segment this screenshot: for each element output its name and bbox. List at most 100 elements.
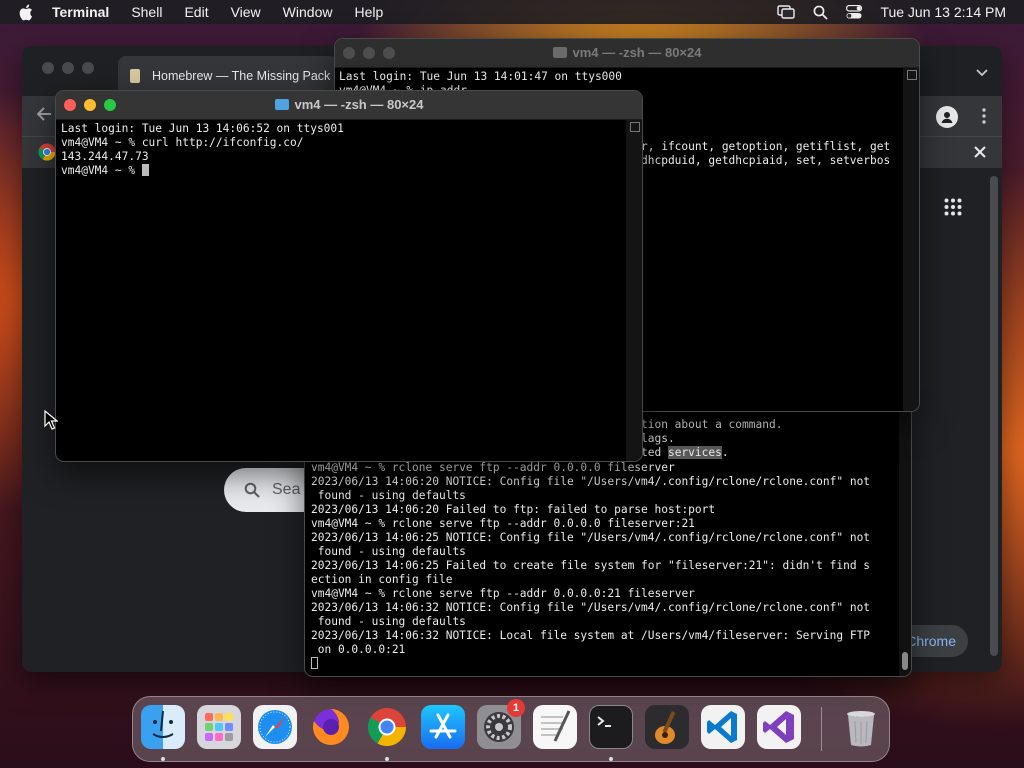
terminal-line: 2023/06/13 14:06:25 Failed to create fil… <box>311 559 871 572</box>
terminal-line: 2023/06/13 14:06:20 NOTICE: Config file … <box>311 475 871 488</box>
folder-icon <box>274 99 289 110</box>
terminal-line: 2023/06/13 14:06:25 NOTICE: Config file … <box>311 531 871 544</box>
firefox-dock-icon[interactable] <box>309 705 353 749</box>
terminal-cursor <box>311 657 318 669</box>
terminal-title: vm4 — -zsh — 80×24 <box>572 45 702 60</box>
menu-app-name[interactable]: Terminal <box>52 4 109 20</box>
terminal-line: ted services. <box>641 446 729 459</box>
homebrew-favicon-icon <box>130 69 140 83</box>
terminal-line: found - using defaults <box>311 615 466 628</box>
close-button[interactable] <box>64 99 76 111</box>
terminal-output: Last login: Tue Jun 13 14:06:52 on ttys0… <box>61 122 344 178</box>
menu-shell[interactable]: Shell <box>131 4 162 20</box>
terminal-scroll-thumb[interactable] <box>907 70 917 80</box>
terminal-line: 143.244.47.73 <box>61 150 149 163</box>
terminal-line: dhcpduid, getdhcpiaid, set, setverbos <box>641 154 891 167</box>
app-store-dock-icon[interactable] <box>421 705 465 749</box>
window-controls <box>64 99 116 111</box>
terminal-line: 2023/06/13 14:06:32 NOTICE: Config file … <box>311 601 871 614</box>
running-indicator <box>161 757 165 761</box>
menu-help[interactable]: Help <box>354 4 383 20</box>
chevron-down-icon[interactable] <box>976 64 988 82</box>
terminal-line: r, ifcount, getoption, getiflist, get <box>641 140 891 153</box>
terminal-line: vm4@VM4 ~ % rclone serve ftp --addr 0.0.… <box>311 587 695 600</box>
profile-avatar-icon[interactable] <box>936 106 958 128</box>
chrome-window-controls <box>42 62 94 74</box>
terminal-window-front: vm4 — -zsh — 80×24 Last login: Tue Jun 1… <box>55 90 643 462</box>
terminal-dock-icon[interactable] <box>589 705 633 749</box>
search-icon <box>244 482 260 498</box>
terminal-line: Last login: Tue Jun 13 14:06:52 on ttys0… <box>61 122 344 135</box>
terminal-scrollbar[interactable] <box>626 120 642 461</box>
menu-edit[interactable]: Edit <box>184 4 208 20</box>
folder-icon <box>552 47 567 58</box>
terminal-scroll-thumb[interactable] <box>902 652 908 670</box>
search-placeholder: Sea <box>272 481 301 498</box>
zoom-button[interactable] <box>104 99 116 111</box>
terminal-scroll-thumb[interactable] <box>630 122 640 132</box>
window-controls <box>343 47 395 59</box>
menu-bar: Terminal Shell Edit View Window Help Tue… <box>0 0 1024 24</box>
close-button[interactable] <box>343 47 355 59</box>
screen-mirroring-icon[interactable] <box>777 5 796 19</box>
terminal-line: Last login: Tue Jun 13 14:01:47 on ttys0… <box>339 70 622 83</box>
terminal-line: lags. <box>641 432 675 445</box>
back-arrow-icon[interactable] <box>36 106 52 127</box>
menu-view[interactable]: View <box>231 4 261 20</box>
terminal-title: vm4 — -zsh — 80×24 <box>294 97 424 112</box>
textedit-dock-icon[interactable] <box>533 705 577 749</box>
terminal-scrollbar[interactable] <box>903 68 919 411</box>
terminal-line: found - using defaults <box>311 545 466 558</box>
terminal-line: 2023/06/13 14:06:32 NOTICE: Local file s… <box>311 629 871 642</box>
visual-studio-dock-icon[interactable] <box>757 705 801 749</box>
terminal-line: vm4@VM4 ~ % rclone serve ftp --addr 0.0.… <box>311 461 675 474</box>
customize-chrome-label: Chrome <box>906 633 956 649</box>
chrome-logo-icon <box>38 143 56 166</box>
terminal-output: vm4@VM4 ~ % rclone serve ftp --addr 0.0.… <box>311 461 870 671</box>
zoom-button[interactable] <box>383 47 395 59</box>
google-apps-grid-icon[interactable] <box>944 198 962 221</box>
zoom-button[interactable] <box>82 62 94 74</box>
more-menu-icon[interactable] <box>982 108 986 129</box>
close-button[interactable] <box>42 62 54 74</box>
trash-dock-icon[interactable] <box>839 705 883 749</box>
minimize-button[interactable] <box>62 62 74 74</box>
dock: 1 <box>132 696 890 762</box>
system-settings-dock-icon[interactable]: 1 <box>477 699 525 749</box>
terminal-line: vm4@VM4 ~ % rclone serve ftp --addr 0.0.… <box>311 517 695 530</box>
terminal-title-bar[interactable]: vm4 — -zsh — 80×24 <box>56 91 642 120</box>
menubar-clock[interactable]: Tue Jun 13 2:14 PM <box>880 4 1006 20</box>
running-indicator <box>385 757 389 761</box>
dock-separator <box>821 707 822 751</box>
terminal-line: vm4@VM4 ~ % <box>61 164 142 177</box>
terminal-line: ection in config file <box>311 573 453 586</box>
notification-badge: 1 <box>507 699 525 717</box>
apple-menu-icon[interactable] <box>18 4 36 21</box>
chrome-dock-icon[interactable] <box>365 705 409 749</box>
minimize-button[interactable] <box>363 47 375 59</box>
finder-dock-icon[interactable] <box>141 705 185 749</box>
launchpad-dock-icon[interactable] <box>197 705 241 749</box>
minimize-button[interactable] <box>84 99 96 111</box>
terminal-line: on 0.0.0.0:21 <box>311 643 406 656</box>
control-center-icon[interactable] <box>846 5 863 19</box>
terminal-line: found - using defaults <box>311 489 466 502</box>
terminal-title-bar[interactable]: vm4 — -zsh — 80×24 <box>335 39 919 68</box>
terminal-line: tion about a command. <box>641 418 783 431</box>
menu-window[interactable]: Window <box>283 4 333 20</box>
chrome-scrollbar[interactable] <box>990 176 998 656</box>
terminal-partial-lines: tion about a command. lags. ted services… <box>641 418 782 460</box>
running-indicator <box>609 757 613 761</box>
terminal-scrollbar[interactable] <box>899 410 911 676</box>
safari-dock-icon[interactable] <box>253 705 297 749</box>
garageband-dock-icon[interactable] <box>645 705 689 749</box>
vscode-dock-icon[interactable] <box>701 705 745 749</box>
close-icon[interactable] <box>974 145 986 163</box>
terminal-cursor <box>141 164 149 176</box>
terminal-line: vm4@VM4 ~ % curl http://ifconfig.co/ <box>61 136 304 149</box>
spotlight-search-icon[interactable] <box>813 5 829 20</box>
mouse-pointer-icon <box>44 409 59 435</box>
chrome-tab-title: Homebrew — The Missing Pack <box>152 69 331 83</box>
terminal-line: 2023/06/13 14:06:20 Failed to ftp: faile… <box>311 503 716 516</box>
terminal-partial-lines: r, ifcount, getoption, getiflist, get dh… <box>641 140 890 168</box>
